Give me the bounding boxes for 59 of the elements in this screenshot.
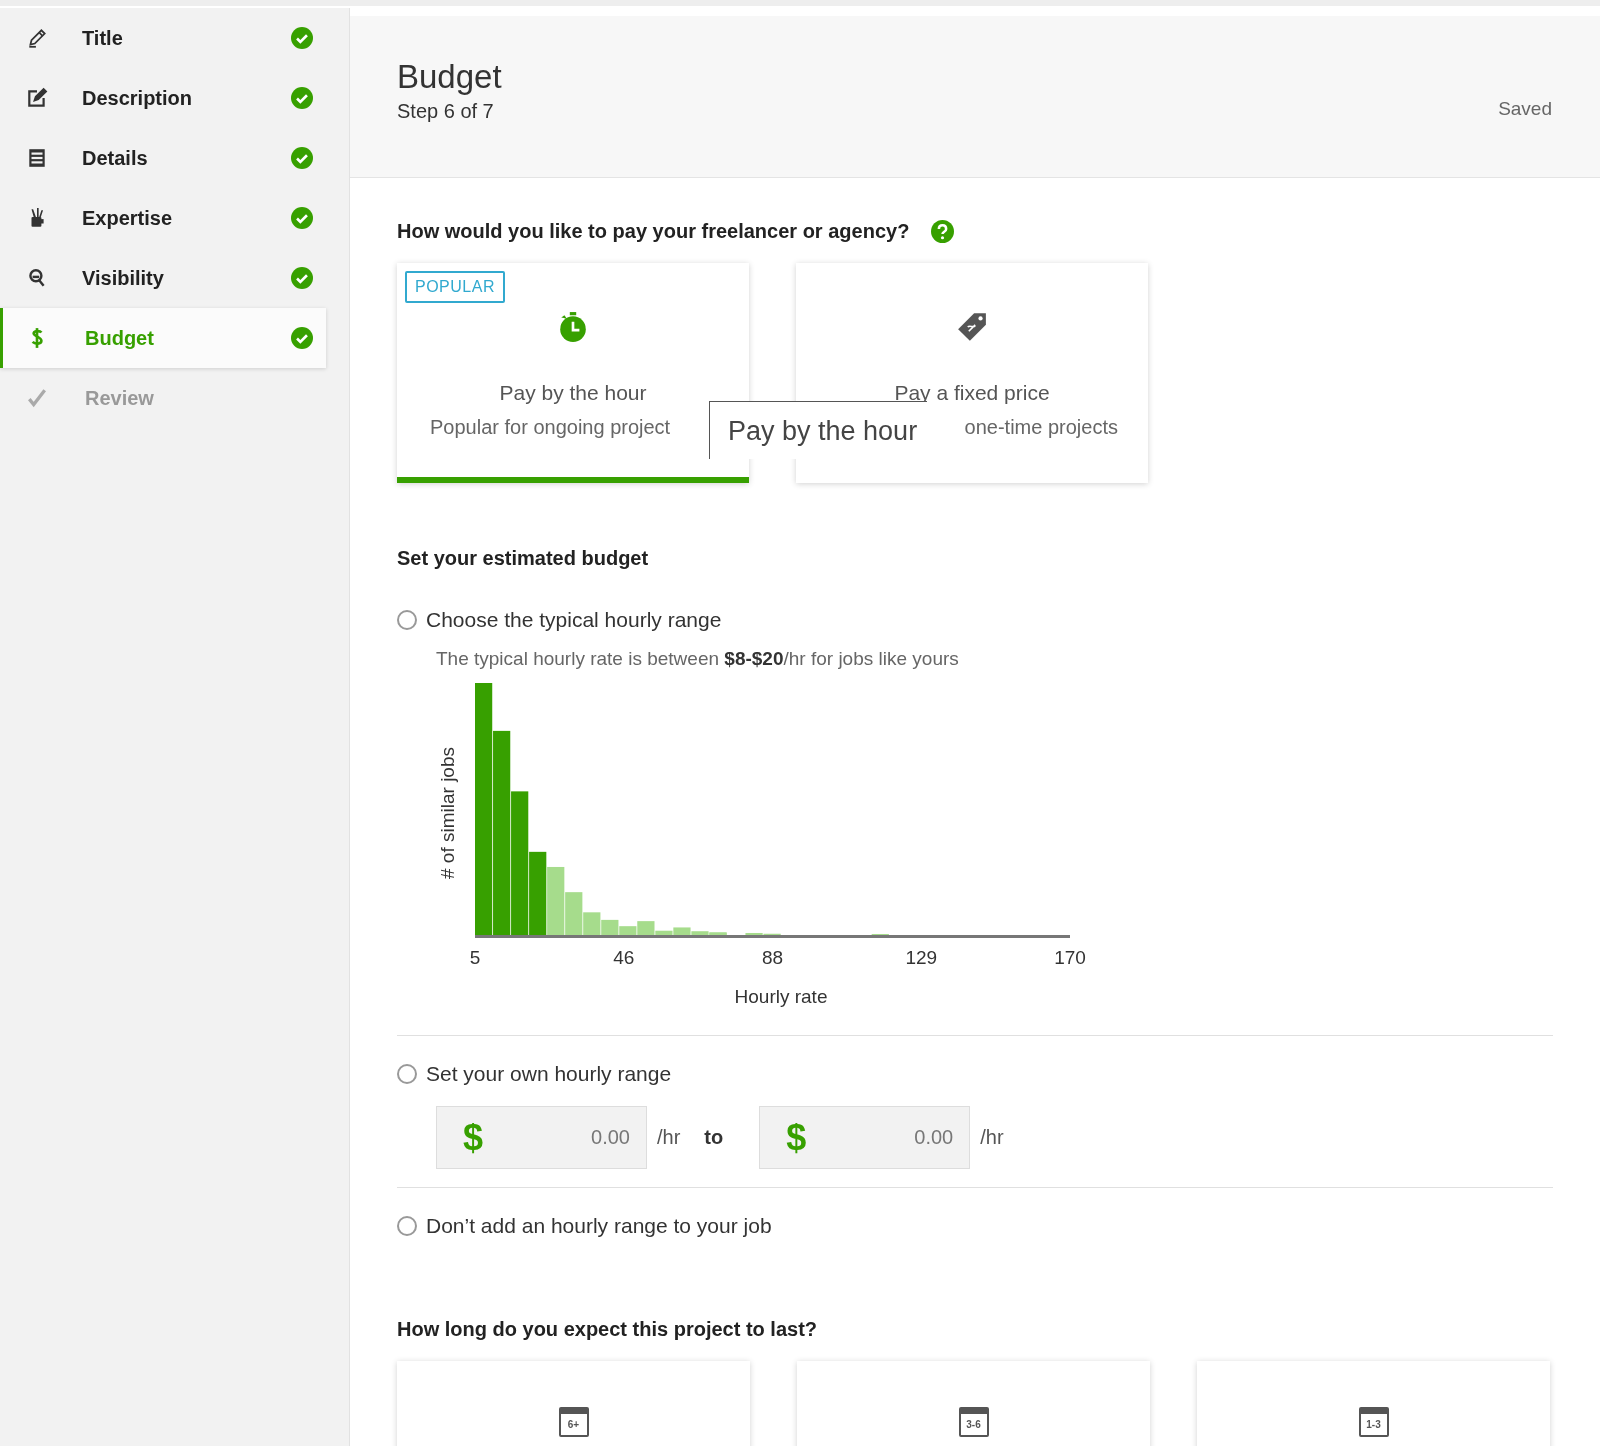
duration-option-card[interactable]: 6+ [397, 1361, 750, 1446]
sidebar-label: Budget [85, 326, 155, 350]
axis-title: Hourly rate [734, 986, 828, 1007]
sidebar-item[interactable]: Visibility [0, 248, 326, 308]
radio-label[interactable]: Choose the typical hourly range [426, 608, 722, 632]
sidebar-label: Visibility [82, 266, 165, 290]
list-icon [26, 147, 48, 169]
radio-button[interactable] [397, 610, 417, 630]
sidebar-label: Details [82, 146, 149, 170]
range-separator: to [704, 1126, 724, 1149]
axis-tick-label: 129 [905, 947, 938, 968]
tooltip: Pay by the hour [709, 401, 927, 459]
option-description: Popular for ongoing project [430, 416, 671, 439]
sidebar-label: Title [82, 26, 124, 50]
section-heading: Set your estimated budget [397, 547, 650, 570]
unit-label: /hr [980, 1126, 1004, 1149]
axis-title: # of similar jobs [437, 747, 458, 879]
check-icon [26, 387, 48, 409]
page-title: Budget [397, 58, 502, 96]
popular-badge: POPULAR [405, 271, 505, 303]
pencil-icon [26, 27, 48, 49]
radio-button[interactable] [397, 1064, 417, 1084]
axis-tick-label: 5 [469, 947, 481, 968]
price-tag-icon [956, 311, 988, 343]
unit-label: /hr [657, 1126, 681, 1149]
section-question: How long do you expect this project to last? [397, 1318, 819, 1341]
duration-label: 3-6 [966, 1419, 981, 1430]
hint-text: The typical hourly rate is between $8-$20/hr for jobs like yours [436, 648, 960, 670]
radio-label[interactable]: Set your own hourly range [426, 1062, 672, 1086]
rate-input-field[interactable]: $ 0.00 [436, 1106, 647, 1169]
sidebar-item[interactable]: Title [0, 8, 326, 68]
currency-symbol: $ [463, 1116, 484, 1159]
axis-tick-label: 88 [761, 947, 784, 968]
sidebar-item[interactable]: Details [0, 128, 326, 188]
help-icon[interactable] [931, 220, 955, 243]
field-value: 0.00 [913, 1126, 954, 1149]
duration-label: 6+ [567, 1419, 580, 1430]
stopwatch-icon [557, 311, 589, 343]
radio-button[interactable] [397, 1216, 417, 1236]
sidebar-label: Review [85, 386, 155, 410]
duration-option-card[interactable]: 3-6 [797, 1361, 1150, 1446]
rate-input-field[interactable]: $ 0.00 [759, 1106, 971, 1169]
axis-tick-label: 170 [1054, 947, 1086, 968]
field-value: 0.00 [590, 1126, 630, 1149]
section-question: How would you like to pay your freelancer or agency? [397, 220, 910, 243]
step-indicator: Step 6 of 7 [397, 100, 495, 123]
axis-tick-label: 46 [613, 947, 635, 968]
sidebar-item[interactable]: Expertise [0, 188, 326, 248]
option-title: Pay by the hour [499, 381, 647, 405]
save-status: Saved [1498, 98, 1552, 120]
sidebar-item[interactable]: Description [0, 68, 326, 128]
currency-symbol: $ [786, 1116, 807, 1159]
edit-icon [26, 87, 48, 109]
duration-option-card[interactable]: 1-3 [1197, 1361, 1550, 1446]
radio-label[interactable]: Don’t add an hourly range to your job [426, 1214, 772, 1238]
sidebar-label: Description [82, 86, 194, 110]
duration-label: 1-3 [1366, 1419, 1381, 1430]
option-description: one-time projects [964, 416, 1118, 439]
sidebar-label: Expertise [82, 206, 174, 230]
